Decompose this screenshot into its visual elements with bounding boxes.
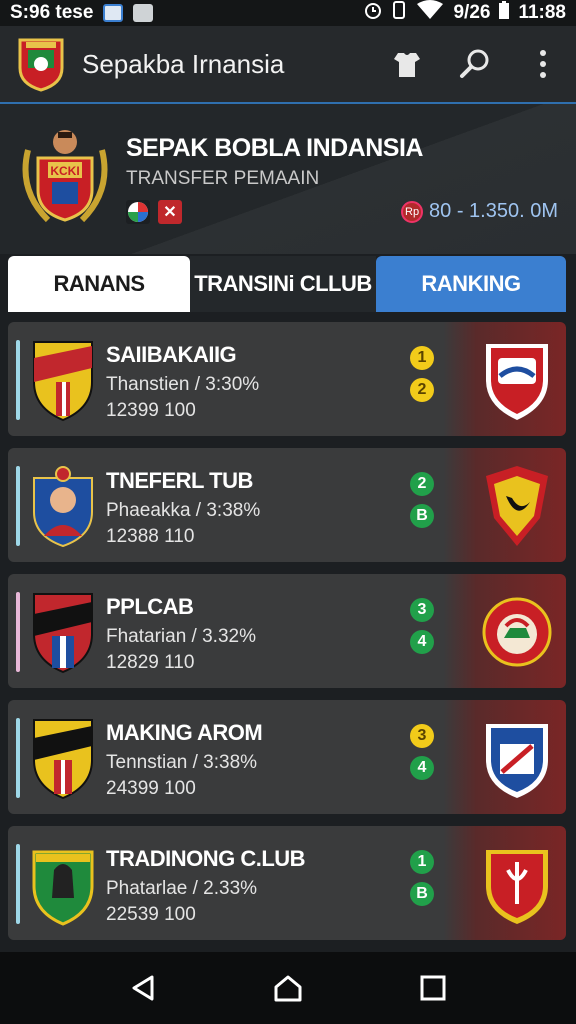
club-transfer: Phatarlae / 2.33%: [106, 878, 258, 899]
list-item[interactable]: MAKING AROM Tennstian / 3:38% 24399 100 …: [8, 700, 566, 814]
row-indicator: [16, 844, 20, 924]
opponent-crest-icon: [482, 840, 552, 926]
status-time-right: 11:88: [518, 2, 566, 23]
club-name: MAKING AROM: [106, 720, 263, 745]
search-icon[interactable]: [458, 47, 492, 81]
club-crest-icon: [30, 464, 96, 548]
club-crest-icon: [30, 338, 96, 422]
tab-ranking[interactable]: RANKING: [376, 256, 566, 312]
recents-icon[interactable]: [408, 963, 458, 1013]
list-item[interactable]: TNEFERL TUB Phaeakka / 3:38% 12388 110 2…: [8, 448, 566, 562]
close-chip-icon[interactable]: ✕: [158, 200, 182, 224]
club-crest-icon: [30, 716, 96, 800]
club-value: 12829 110: [106, 652, 195, 673]
club-title: SEPAK BOBLA INDANSIA: [126, 134, 423, 162]
tab-bar: RANANS TRANSINi CLLUB RANKING: [8, 256, 566, 312]
opponent-crest-icon: [482, 462, 552, 548]
share-chip-icon[interactable]: [126, 200, 150, 224]
rank-badge: 3: [410, 724, 434, 748]
wifi-icon: [415, 0, 445, 26]
club-header: KCKI SEPAK BOBLA INDANSIA TRANSFER PEMAA…: [0, 104, 576, 254]
club-name: TNEFERL TUB: [106, 468, 253, 493]
club-list: SAIIBAKAIIG Thanstien / 3:30% 12399 100 …: [8, 322, 566, 952]
federation-emblem-icon: KCKI: [18, 120, 112, 230]
club-name: PPLCAB: [106, 594, 194, 619]
more-vert-icon[interactable]: [526, 47, 560, 81]
club-transfer: Tennstian / 3:38%: [106, 752, 258, 773]
back-icon[interactable]: [118, 963, 168, 1013]
app-logo-icon[interactable]: [16, 36, 66, 92]
club-value: 22539 100: [106, 904, 196, 925]
club-name: SAIIBAKAIIG: [106, 342, 237, 367]
list-item[interactable]: TRADINONG C.LUB Phatarlae / 2.33% 22539 …: [8, 826, 566, 940]
rank-badge: 2: [410, 378, 434, 402]
opponent-crest-icon: [482, 336, 552, 422]
shirt-icon[interactable]: [390, 47, 424, 81]
opponent-crest-icon: [482, 714, 552, 800]
battery-icon: [498, 0, 510, 26]
vibrate-icon: [391, 0, 407, 26]
row-indicator: [16, 718, 20, 798]
list-item[interactable]: SAIIBAKAIIG Thanstien / 3:30% 12399 100 …: [8, 322, 566, 436]
row-indicator: [16, 466, 20, 546]
opponent-crest-icon: [482, 588, 552, 674]
list-item[interactable]: PPLCAB Fhatarian / 3.32% 12829 110 3 4: [8, 574, 566, 688]
club-transfer: Thanstien / 3:30%: [106, 374, 260, 395]
emblem-text: KCKI: [50, 164, 79, 178]
rank-badge: 4: [410, 756, 434, 780]
rank-badge: 2: [410, 472, 434, 496]
rank-badge: 4: [410, 630, 434, 654]
club-transfer: Fhatarian / 3.32%: [106, 626, 256, 647]
app-notification-icon: [103, 4, 124, 22]
coin-icon: Rp: [401, 200, 424, 223]
rank-badge: B: [410, 504, 434, 528]
club-crest-icon: [30, 842, 96, 926]
app-bar: Sepakba Irnansia: [0, 26, 576, 104]
alarm-icon: [363, 0, 383, 26]
app-title: Sepakba Irnansia: [82, 48, 285, 79]
tab-ranans[interactable]: RANANS: [8, 256, 190, 312]
club-subtitle: TRANSFER PEMAAIN: [126, 168, 320, 189]
club-value: 24399 100: [106, 778, 196, 799]
transfer-price: Rp 80 - 1.350. 0M: [401, 200, 558, 223]
club-value: 12388 110: [106, 526, 195, 547]
club-name: TRADINONG C.LUB: [106, 846, 306, 871]
mail-notification-icon: [133, 4, 154, 22]
system-nav-bar: [0, 952, 576, 1024]
row-indicator: [16, 592, 20, 672]
status-bar: S:96 tese 9/26 11:88: [0, 0, 576, 26]
club-value: 12399 100: [106, 400, 196, 421]
rank-badge: 1: [410, 850, 434, 874]
home-icon[interactable]: [263, 963, 313, 1013]
price-value: 80 - 1.350. 0M: [429, 200, 558, 222]
rank-badge: B: [410, 882, 434, 906]
row-indicator: [16, 340, 20, 420]
rank-badge: 1: [410, 346, 434, 370]
status-time-left: S:96 tese: [10, 2, 94, 23]
battery-text: 9/26: [453, 2, 491, 23]
tab-transfer-club[interactable]: TRANSINi CLLUB: [190, 256, 376, 312]
club-transfer: Phaeakka / 3:38%: [106, 500, 261, 521]
club-crest-icon: [30, 590, 96, 674]
rank-badge: 3: [410, 598, 434, 622]
